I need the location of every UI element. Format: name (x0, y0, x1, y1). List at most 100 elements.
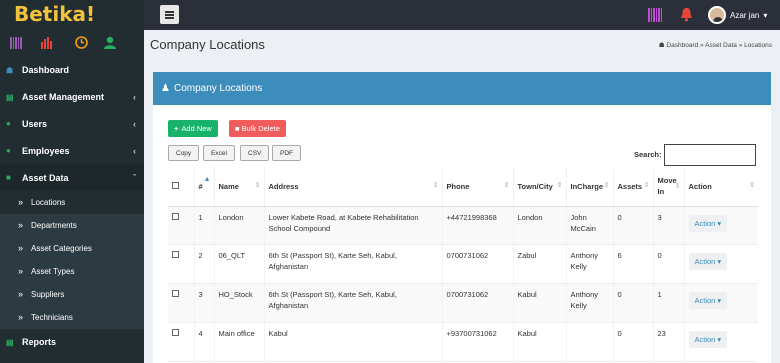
table-row: 4 Main office Kabul +93700731062 Kabul 0… (168, 322, 758, 362)
sort-asc-icon: ▲ (203, 176, 211, 183)
row-checkbox[interactable] (172, 250, 179, 258)
cell-phone: +44721998368 (441, 206, 513, 245)
sidebar-item-asset-management[interactable]: ▤ Asset Management ‹ (0, 84, 144, 111)
cell-address: 6th St (Passport St), Karte Seh, Kabul, … (263, 283, 442, 323)
action-dropdown[interactable]: Action ▾ (688, 330, 728, 348)
cell-assets: 0 (612, 206, 653, 245)
cell-incharge: Anthony Kelly (565, 283, 613, 323)
user-icon[interactable] (104, 36, 116, 49)
cell-name: Main office (213, 322, 264, 362)
copy-button[interactable]: Copy (168, 145, 200, 161)
sort-icon: ⇕ (674, 183, 681, 190)
barcode-icon[interactable] (10, 37, 22, 49)
user-icon: ● (6, 146, 11, 156)
table-row: 1 London Lower Kabete Road, at Kabete Re… (168, 206, 758, 245)
brand-logo[interactable]: Betika! (0, 0, 144, 30)
col-assets[interactable]: Assets ⇕ (612, 167, 653, 207)
bar-chart-icon: ▤ (6, 337, 14, 347)
bar-chart-icon[interactable] (41, 37, 54, 49)
cell-move-in: 1 (652, 283, 684, 323)
chevron-left-icon: ‹ (133, 92, 136, 103)
add-new-button[interactable]: + Add New (168, 120, 218, 137)
pdf-button[interactable]: PDF (272, 145, 301, 161)
table-row: 2 06_QLT 6th St (Passport St), Karte Seh… (168, 244, 758, 284)
sidebar-quick-icons (0, 30, 144, 57)
cell-num: 2 (193, 244, 214, 284)
double-chevron-icon: » (18, 243, 24, 254)
excel-button[interactable]: Excel (203, 145, 235, 161)
bulk-delete-button[interactable]: ■ Bulk Delete (229, 120, 286, 137)
cell-phone: 0700731062 (441, 244, 513, 284)
sidebar-sub-suppliers[interactable]: » Suppliers (0, 282, 144, 306)
col-town[interactable]: Town/City ⇕ (512, 167, 566, 207)
cell-num: 3 (193, 283, 214, 323)
cell-assets: 0 (612, 322, 653, 362)
cell-town: Kabul (512, 283, 566, 323)
sidebar-sub-technicians[interactable]: » Technicians (0, 305, 144, 329)
action-dropdown[interactable]: Action ▾ (688, 214, 728, 232)
col-phone[interactable]: Phone ⇕ (441, 167, 513, 207)
col-num[interactable]: # ▲ (193, 167, 214, 207)
avatar (708, 6, 726, 24)
row-checkbox[interactable] (172, 289, 179, 297)
col-incharge[interactable]: InCharge ⇕ (565, 167, 613, 207)
col-action[interactable]: Action ⇕ (683, 167, 758, 207)
sidebar-toggle-button[interactable] (160, 5, 179, 24)
table-header-row: # ▲ Name ⇕ Address ⇕ Phone ⇕ Town/City ⇕ InCh… (168, 167, 758, 207)
table-row: 3 HO_Stock 6th St (Passport St), Karte S… (168, 283, 758, 323)
cell-incharge: Anthony Kelly (565, 244, 613, 284)
select-all-checkbox[interactable] (172, 181, 179, 189)
cell-phone: +93700731062 (441, 322, 513, 362)
row-checkbox[interactable] (172, 212, 179, 220)
select-all-header[interactable] (168, 167, 194, 207)
search-label: Search: (634, 150, 662, 159)
locations-table: # ▲ Name ⇕ Address ⇕ Phone ⇕ Town/City ⇕ InCh… (168, 167, 758, 362)
sort-icon: ⇕ (254, 182, 261, 189)
sidebar-item-asset-data[interactable]: ■ Asset Data ˇ (0, 164, 144, 191)
brand-name: Betika! (14, 2, 96, 26)
action-dropdown[interactable]: Action ▾ (688, 291, 728, 309)
cell-move-in: 23 (652, 322, 684, 362)
sidebar-sub-departments[interactable]: » Departments (0, 213, 144, 237)
breadcrumb: ☗ Dashboard » Asset Data » Locations (658, 42, 772, 49)
sort-icon: ⇕ (643, 182, 650, 189)
cell-town: Kabul (512, 322, 566, 362)
sidebar: ☗ Dashboard ▤ Asset Management ‹ ● Users ‹ ● E… (0, 30, 144, 363)
cell-move-in: 0 (652, 244, 684, 284)
sidebar-sub-asset-types[interactable]: » Asset Types (0, 259, 144, 283)
locations-box: ♟ Company Locations + Add New ■ Bulk Delet… (153, 72, 771, 363)
cell-num: 4 (193, 322, 214, 362)
breadcrumb-dashboard[interactable]: Dashboard (666, 42, 698, 49)
page-title: Company Locations (150, 37, 265, 52)
csv-button[interactable]: CSV (240, 145, 270, 161)
search-input[interactable] (664, 144, 756, 166)
action-dropdown[interactable]: Action ▾ (688, 252, 728, 270)
sidebar-item-dashboard[interactable]: ☗ Dashboard (0, 57, 144, 84)
user-menu[interactable]: Azar jan ▾ (708, 6, 767, 24)
barcode-icon[interactable] (648, 8, 662, 22)
top-navbar: Betika! Azar jan ▾ (0, 0, 780, 30)
bell-icon[interactable] (680, 7, 693, 22)
cell-move-in: 3 (652, 206, 684, 245)
col-address[interactable]: Address ⇕ (263, 167, 442, 207)
cell-town: London (512, 206, 566, 245)
sidebar-item-employees[interactable]: ● Employees ‹ (0, 137, 144, 164)
col-name[interactable]: Name ⇕ (213, 167, 264, 207)
clock-icon[interactable] (75, 36, 88, 49)
sidebar-sub-locations[interactable]: » Locations (0, 190, 144, 214)
double-chevron-icon: » (18, 289, 24, 300)
col-move-in[interactable]: Move In ⇕ (652, 167, 684, 207)
breadcrumb-locations: Locations (744, 42, 772, 49)
user-name: Azar jan (730, 10, 760, 20)
cell-address: 6th St (Passport St), Karte Seh, Kabul, … (263, 244, 442, 284)
sidebar-item-reports[interactable]: ▤ Reports (0, 329, 144, 356)
row-checkbox[interactable] (172, 328, 179, 336)
double-chevron-icon: » (18, 312, 24, 323)
home-icon: ☗ (658, 42, 665, 49)
sidebar-item-users[interactable]: ● Users ‹ (0, 111, 144, 138)
breadcrumb-asset-data[interactable]: Asset Data (705, 42, 737, 49)
sidebar-sub-asset-categories[interactable]: » Asset Categories (0, 236, 144, 260)
cell-name: 06_QLT (213, 244, 264, 284)
sort-icon: ⇕ (603, 182, 610, 189)
cell-address: Lower Kabete Road, at Kabete Rehabilitat… (263, 206, 442, 245)
